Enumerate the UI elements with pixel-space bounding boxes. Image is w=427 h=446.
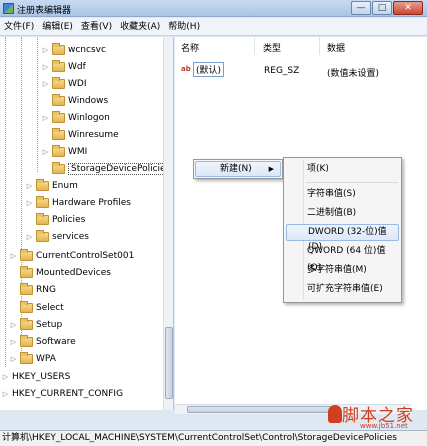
folder-icon xyxy=(20,351,33,364)
menu-item-new[interactable]: 新建(N) ▶ xyxy=(195,161,281,177)
folder-icon xyxy=(52,93,65,106)
value-data: (数值未设置) xyxy=(327,69,380,79)
tree-item-hkey-current-config[interactable]: ▷ HKEY_CURRENT_CONFIG xyxy=(2,385,123,402)
folder-icon xyxy=(20,317,33,330)
value-type: REG_SZ xyxy=(264,66,300,76)
expand-arrow-icon[interactable]: ▷ xyxy=(26,182,33,190)
menu-favorites[interactable]: 收藏夹(A) xyxy=(116,18,164,36)
column-header-type[interactable]: 类型 xyxy=(263,41,281,54)
column-header-data[interactable]: 数据 xyxy=(327,41,345,54)
menu-file[interactable]: 文件(F) xyxy=(0,18,38,36)
title-bar: 注册表编辑器 — □ ✕ xyxy=(0,0,427,17)
menu-item-expandable-string-value[interactable]: 可扩充字符串值(E) xyxy=(286,281,399,298)
folder-icon xyxy=(36,212,49,225)
tree-item-wmi[interactable]: ▷ WMI xyxy=(42,143,87,160)
column-divider[interactable] xyxy=(254,37,255,55)
expand-arrow-icon[interactable]: ▷ xyxy=(42,114,49,122)
tree-item-hkey-users[interactable]: ▷ HKEY_USERS xyxy=(2,368,71,385)
column-divider[interactable] xyxy=(319,37,320,55)
tree-vertical-scrollbar[interactable] xyxy=(163,37,173,410)
tree-item-wdi[interactable]: ▷ WDI xyxy=(42,75,86,92)
menu-bar: 文件(F) 编辑(E) 查看(V) 收藏夹(A) 帮助(H) xyxy=(0,18,427,36)
tree-item-storagedevicepolicies[interactable]: StorageDevicePolicies xyxy=(42,160,173,177)
tree-item-mounteddevices[interactable]: MountedDevices xyxy=(10,264,111,281)
menu-view[interactable]: 查看(V) xyxy=(77,18,116,36)
scrollbar-thumb[interactable] xyxy=(187,406,337,413)
tree-item-setup[interactable]: ▷ Setup xyxy=(10,316,62,333)
folder-icon xyxy=(52,110,65,123)
value-row-default[interactable]: ab (默认) xyxy=(181,62,225,77)
scrollbar-thumb[interactable] xyxy=(165,327,173,399)
folder-icon xyxy=(20,248,33,261)
expand-arrow-icon[interactable]: ▷ xyxy=(26,199,33,207)
new-submenu: 项(K) 字符串值(S) 二进制值(B) DWORD (32-位)值(D) QW… xyxy=(283,157,402,303)
tree-guide-line xyxy=(5,37,6,367)
watermark-logo-icon xyxy=(328,405,342,423)
expand-arrow-icon[interactable]: ▷ xyxy=(10,321,17,329)
menu-item-dword-value[interactable]: DWORD (32-位)值(D) xyxy=(286,224,399,252)
tree-item-services[interactable]: ▷ services xyxy=(26,228,89,245)
tree-item-hardware-profiles[interactable]: ▷ Hardware Profiles xyxy=(26,194,131,211)
folder-icon xyxy=(36,178,49,191)
tree-item-software[interactable]: ▷ Software xyxy=(10,333,76,350)
tree-item-policies[interactable]: Policies xyxy=(26,211,85,228)
expand-arrow-icon[interactable]: ▷ xyxy=(2,390,9,398)
close-button[interactable]: ✕ xyxy=(393,1,423,15)
watermark-url: www.jb51.net xyxy=(360,422,408,430)
tree-item-wpa[interactable]: ▷ WPA xyxy=(10,350,56,367)
tree-item-windows[interactable]: Windows xyxy=(42,92,108,109)
folder-icon xyxy=(52,127,65,140)
expand-arrow-icon[interactable]: ▷ xyxy=(42,63,49,71)
expand-arrow-icon[interactable]: ▷ xyxy=(42,148,49,156)
window-title: 注册表编辑器 xyxy=(17,6,72,16)
expand-arrow-icon[interactable]: ▷ xyxy=(42,46,49,54)
site-watermark: 脚本之家 www.jb51.net xyxy=(324,401,427,431)
expand-arrow-icon[interactable]: ▷ xyxy=(10,338,17,346)
tree-item-wdf[interactable]: ▷ Wdf xyxy=(42,58,86,75)
folder-icon xyxy=(20,265,33,278)
tree-item-wcncsvc[interactable]: ▷ wcncsvc xyxy=(42,41,106,58)
menu-item-key[interactable]: 项(K) xyxy=(286,161,399,178)
expand-arrow-icon[interactable]: ▷ xyxy=(42,80,49,88)
folder-icon xyxy=(20,334,33,347)
tree-item-winlogon[interactable]: ▷ Winlogon xyxy=(42,109,110,126)
regedit-app-icon xyxy=(3,3,14,14)
menu-item-multi-string-value[interactable]: 多字符串值(M) xyxy=(286,262,399,279)
folder-icon xyxy=(20,300,33,313)
folder-icon xyxy=(52,76,65,89)
expand-arrow-icon[interactable]: ▷ xyxy=(2,373,9,381)
folder-icon xyxy=(36,229,49,242)
tree-item-rng[interactable]: RNG xyxy=(10,281,56,298)
tree-item-currentcontrolset001[interactable]: ▷ CurrentControlSet001 xyxy=(10,247,134,264)
submenu-arrow-icon: ▶ xyxy=(268,165,274,173)
folder-icon xyxy=(52,42,65,55)
folder-icon xyxy=(52,161,65,174)
registry-tree[interactable]: ▷ wcncsvc ▷ Wdf ▷ WDI Windows ▷ Winlogon Win… xyxy=(0,37,174,410)
status-bar-path: 计算机\HKEY_LOCAL_MACHINE\SYSTEM\CurrentCon… xyxy=(0,430,427,446)
window-controls: — □ ✕ xyxy=(351,1,423,15)
folder-icon xyxy=(36,195,49,208)
expand-arrow-icon[interactable]: ▷ xyxy=(10,252,17,260)
menu-edit[interactable]: 编辑(E) xyxy=(38,18,77,36)
menu-help[interactable]: 帮助(H) xyxy=(164,18,204,36)
tree-item-select[interactable]: Select xyxy=(10,299,64,316)
expand-arrow-icon[interactable]: ▷ xyxy=(26,233,33,241)
column-header-name[interactable]: 名称 xyxy=(181,41,199,54)
menu-item-qword-value[interactable]: QWORD (64 位)值(Q) xyxy=(286,243,399,273)
string-value-icon: ab xyxy=(181,65,191,73)
maximize-button[interactable]: □ xyxy=(372,1,392,15)
menu-item-binary-value[interactable]: 二进制值(B) xyxy=(286,205,399,222)
tree-guide-line xyxy=(37,37,38,172)
folder-icon xyxy=(52,144,65,157)
value-name: (默认) xyxy=(193,62,225,77)
tree-item-enum[interactable]: ▷ Enum xyxy=(26,177,78,194)
menu-item-string-value[interactable]: 字符串值(S) xyxy=(286,186,399,203)
folder-icon xyxy=(52,59,65,72)
context-menu: 新建(N) ▶ xyxy=(193,159,283,179)
expand-arrow-icon[interactable]: ▷ xyxy=(10,355,17,363)
tree-item-winresume[interactable]: Winresume xyxy=(42,126,119,143)
menu-separator xyxy=(306,182,398,183)
folder-icon xyxy=(20,282,33,295)
minimize-button[interactable]: — xyxy=(351,1,371,15)
